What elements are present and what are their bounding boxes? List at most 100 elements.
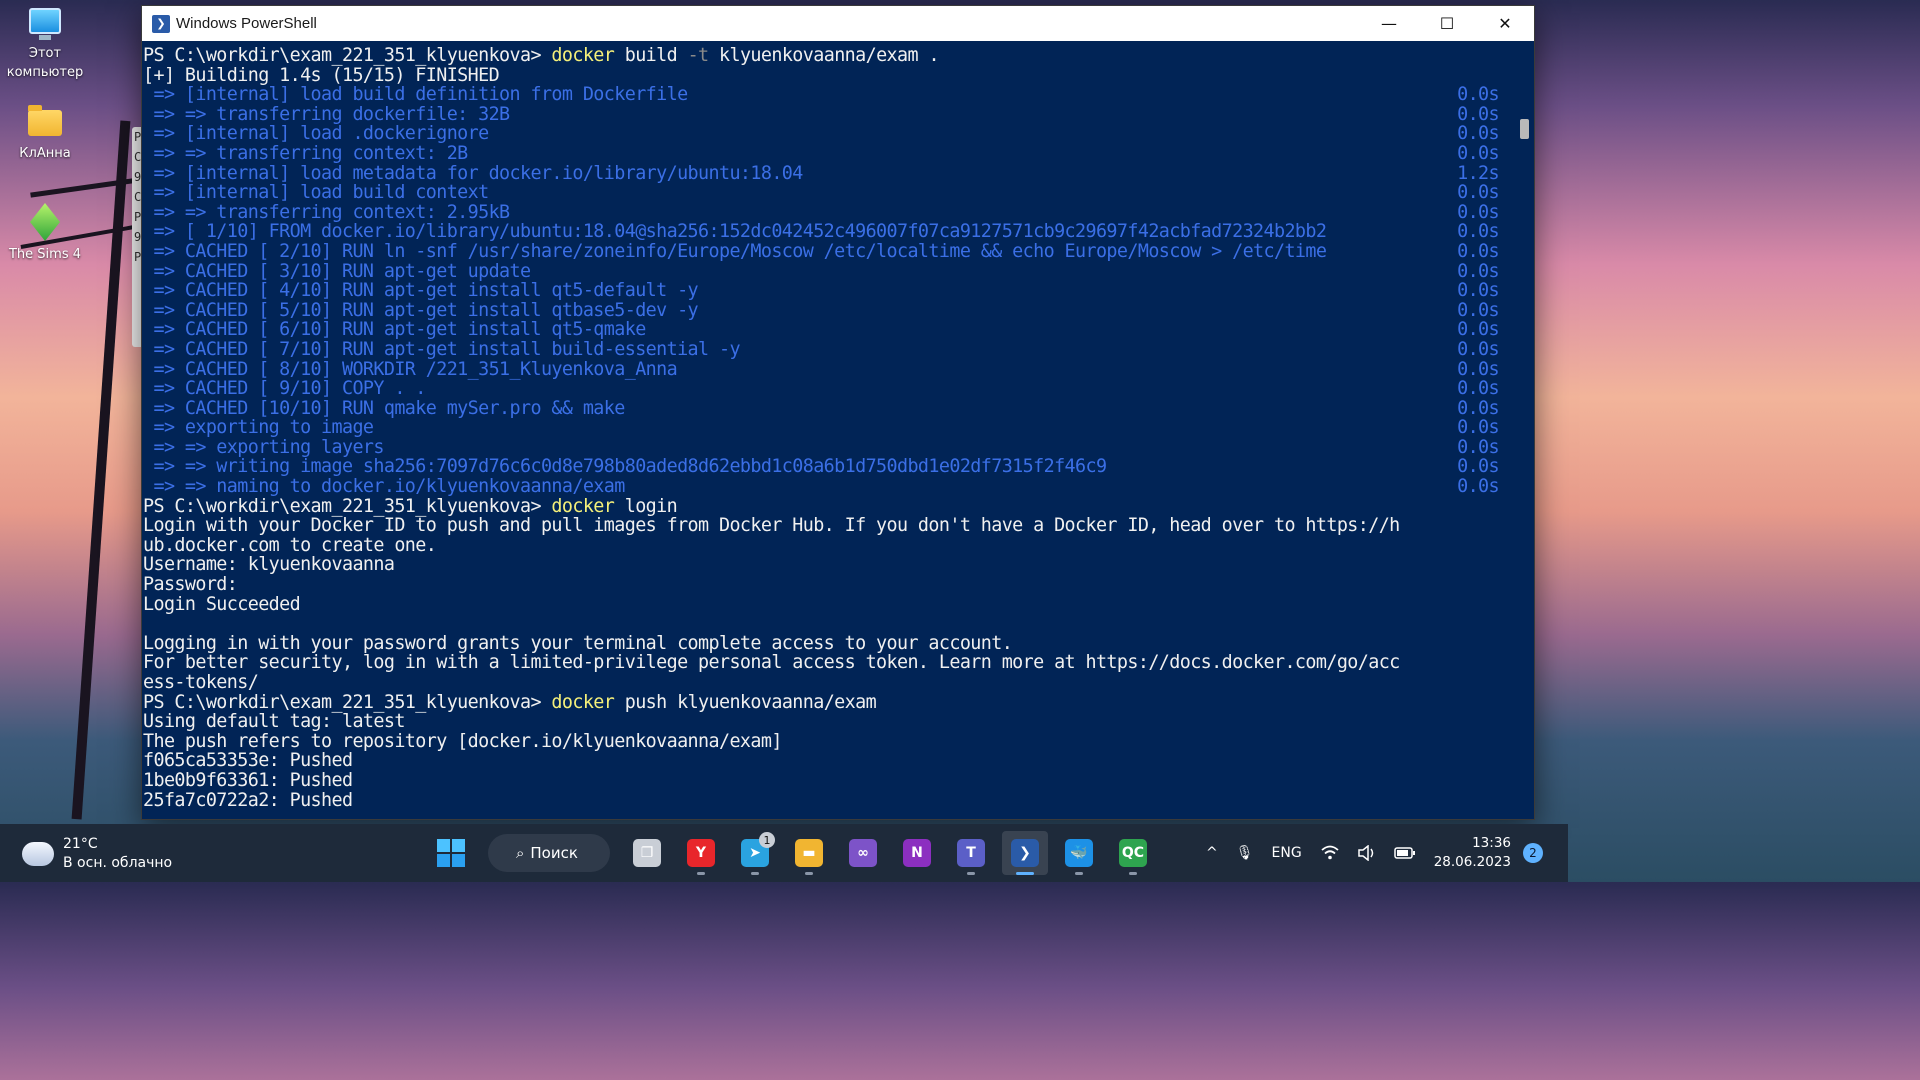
build-step-text: => CACHED [ 7/10] RUN apt-get install bu… xyxy=(143,338,740,360)
taskbar-app-teams[interactable]: T xyxy=(948,831,994,875)
console-text: Login with your Docker ID to push and pu… xyxy=(143,515,1400,537)
console-scrollbar[interactable] xyxy=(1516,41,1534,819)
console-build-step: => CACHED [ 3/10] RUN apt-get update 0.0s xyxy=(143,260,1517,282)
notification-badge[interactable]: 2 xyxy=(1523,843,1543,863)
windows-logo-icon xyxy=(437,839,465,867)
clock-date: 28.06.2023 xyxy=(1433,854,1511,870)
console-build-step: => => writing image sha256:7097d76c6c0d8… xyxy=(143,457,1517,477)
build-step-duration: 0.0s xyxy=(1457,436,1499,458)
running-indicator xyxy=(805,872,813,875)
wifi-icon[interactable] xyxy=(1320,845,1340,861)
taskbar-search[interactable]: ⌕ Поиск xyxy=(488,834,610,872)
console-output-line: Login Succeeded xyxy=(143,594,1517,615)
console-prompt: PS C:\workdir\exam_221_351_klyuenkova> xyxy=(143,45,552,66)
battery-icon[interactable] xyxy=(1393,846,1416,860)
running-indicator xyxy=(1075,872,1083,875)
taskbar-app-docker-desktop[interactable]: 🐳 xyxy=(1056,831,1102,875)
running-indicator xyxy=(1129,872,1137,875)
desktop-icon-label: Этот компьютер xyxy=(6,46,84,80)
build-step-duration: 0.0s xyxy=(1457,280,1499,302)
taskbar-app-task-view[interactable]: ❐ xyxy=(624,831,670,875)
window-title: Windows PowerShell xyxy=(176,15,317,32)
taskbar-app-onenote[interactable]: N xyxy=(894,831,940,875)
desktop-icon-sims[interactable]: The Sims 4 xyxy=(0,203,90,264)
powershell-icon: ❯ xyxy=(152,14,170,33)
console-command-line: PS C:\workdir\exam_221_351_klyuenkova> d… xyxy=(143,46,1517,66)
desktop-icon-this-pc[interactable]: Этот компьютер xyxy=(0,8,90,82)
console-build-step: => => exporting layers 0.0s xyxy=(143,438,1517,458)
system-tray: ^ 🎙 ENG 13:36 28.06.2023 2 xyxy=(1206,824,1568,882)
console-text: ub.docker.com to create one. xyxy=(143,534,437,556)
console-build-step: => CACHED [ 9/10] COPY . . 0.0s xyxy=(143,379,1517,399)
console-build-step: => exporting to image 0.0s xyxy=(143,418,1517,438)
clock-time: 13:36 xyxy=(1472,835,1511,851)
build-step-duration: 0.0s xyxy=(1457,182,1499,204)
language-indicator[interactable]: ENG xyxy=(1272,845,1302,861)
console-flag: -t xyxy=(687,45,710,66)
taskbar-app-file-explorer[interactable]: ▬ xyxy=(786,831,832,875)
clock[interactable]: 13:36 28.06.2023 xyxy=(1434,834,1511,872)
build-step-duration: 0.0s xyxy=(1457,260,1499,282)
desktop-icon-label: The Sims 4 xyxy=(8,247,81,262)
console-text: Logging in with your password grants you… xyxy=(143,632,1013,654)
weather-widget[interactable]: 21°C В осн. облачно xyxy=(19,835,173,873)
console-command: docker xyxy=(551,691,615,713)
build-step-duration: 0.0s xyxy=(1457,123,1499,145)
console-output[interactable]: PS C:\workdir\exam_221_351_klyuenkova> d… xyxy=(142,41,1517,819)
taskbar-app-yandex-browser[interactable]: Y xyxy=(678,831,724,875)
taskbar: 21°C В осн. облачно ⌕ Поиск ❐ Y ➤ 1 ▬ ∞ N T ❯ 🐳 QC… xyxy=(0,824,1568,882)
console-args: build xyxy=(614,45,688,66)
build-step-text: => => transferring context: 2B xyxy=(143,142,468,164)
powershell-window[interactable]: ❯ Windows PowerShell — ☐ ✕ PS C:\workdir… xyxy=(141,5,1535,820)
build-step-duration: 0.0s xyxy=(1457,358,1499,380)
build-step-text: => CACHED [ 4/10] RUN apt-get install qt… xyxy=(143,280,699,302)
console-command-line: PS C:\workdir\exam_221_351_klyuenkova> d… xyxy=(143,496,1517,517)
console-args: klyuenkovaanna/exam . xyxy=(708,45,940,66)
scrollbar-thumb[interactable] xyxy=(1520,119,1529,139)
console-build-step: => [ 1/10] FROM docker.io/library/ubuntu… xyxy=(143,222,1517,242)
microphone-icon[interactable]: 🎙 xyxy=(1236,845,1254,861)
minimize-button[interactable]: — xyxy=(1360,6,1418,41)
build-step-duration: 0.0s xyxy=(1457,338,1499,360)
taskbar-app-telegram[interactable]: ➤ 1 xyxy=(732,831,778,875)
onenote-icon: N xyxy=(903,839,931,867)
console-text: For better security, log in with a limit… xyxy=(143,652,1400,674)
start-button[interactable] xyxy=(428,831,474,875)
close-button[interactable]: ✕ xyxy=(1476,6,1534,41)
build-step-text: => CACHED [ 9/10] COPY . . xyxy=(143,378,426,400)
taskbar-app-visual-studio[interactable]: ∞ xyxy=(840,831,886,875)
maximize-button[interactable]: ☐ xyxy=(1418,6,1476,41)
console-text: The push refers to repository [docker.io… xyxy=(143,730,782,752)
console-output-line: 25fa7c0722a2: Pushed xyxy=(143,790,1517,811)
build-step-text: => CACHED [ 5/10] RUN apt-get install qt… xyxy=(143,299,699,321)
build-step-text: => [internal] load build definition from… xyxy=(143,84,688,106)
qt-creator-icon: QC xyxy=(1119,839,1147,867)
build-step-duration: 0.0s xyxy=(1457,84,1499,106)
docker-whale-icon: 🐳 xyxy=(1065,839,1093,867)
yandex-icon: Y xyxy=(687,839,715,867)
console-text: [+] Building 1.4s (15/15) FINISHED xyxy=(143,64,500,86)
build-step-duration: 0.0s xyxy=(1457,397,1499,419)
build-step-text: => CACHED [ 2/10] RUN ln -snf /usr/share… xyxy=(143,240,1327,262)
console-build-step: => => transferring context: 2B 0.0s xyxy=(143,144,1517,164)
build-step-text: => [ 1/10] FROM docker.io/library/ubuntu… xyxy=(143,221,1327,243)
build-step-text: => [internal] load .dockerignore xyxy=(143,123,489,145)
taskbar-app-qt-creator[interactable]: QC xyxy=(1110,831,1156,875)
window-titlebar[interactable]: ❯ Windows PowerShell — ☐ ✕ xyxy=(142,6,1534,41)
console-build-step: => [internal] load build definition from… xyxy=(143,85,1517,105)
weather-desc: В осн. облачно xyxy=(63,855,173,871)
folder-icon xyxy=(28,105,62,136)
console-build-step: => [internal] load metadata for docker.i… xyxy=(143,163,1517,184)
build-step-text: => => transferring context: 2.95kB xyxy=(143,201,510,223)
show-hidden-icons-chevron-icon[interactable]: ^ xyxy=(1206,845,1218,861)
volume-icon[interactable] xyxy=(1357,845,1376,861)
console-build-step: => CACHED [ 2/10] RUN ln -snf /usr/share… xyxy=(143,242,1517,262)
desktop-icon-folder[interactable]: КлАнна xyxy=(0,105,90,163)
running-indicator xyxy=(697,872,705,875)
taskbar-app-powershell[interactable]: ❯ xyxy=(1002,831,1048,875)
console-output-line: Logging in with your password grants you… xyxy=(143,634,1517,654)
console-output-line: 1be0b9f63361: Pushed xyxy=(143,771,1517,791)
console-output-line: Password: xyxy=(143,575,1517,595)
build-step-duration: 0.0s xyxy=(1457,299,1499,321)
